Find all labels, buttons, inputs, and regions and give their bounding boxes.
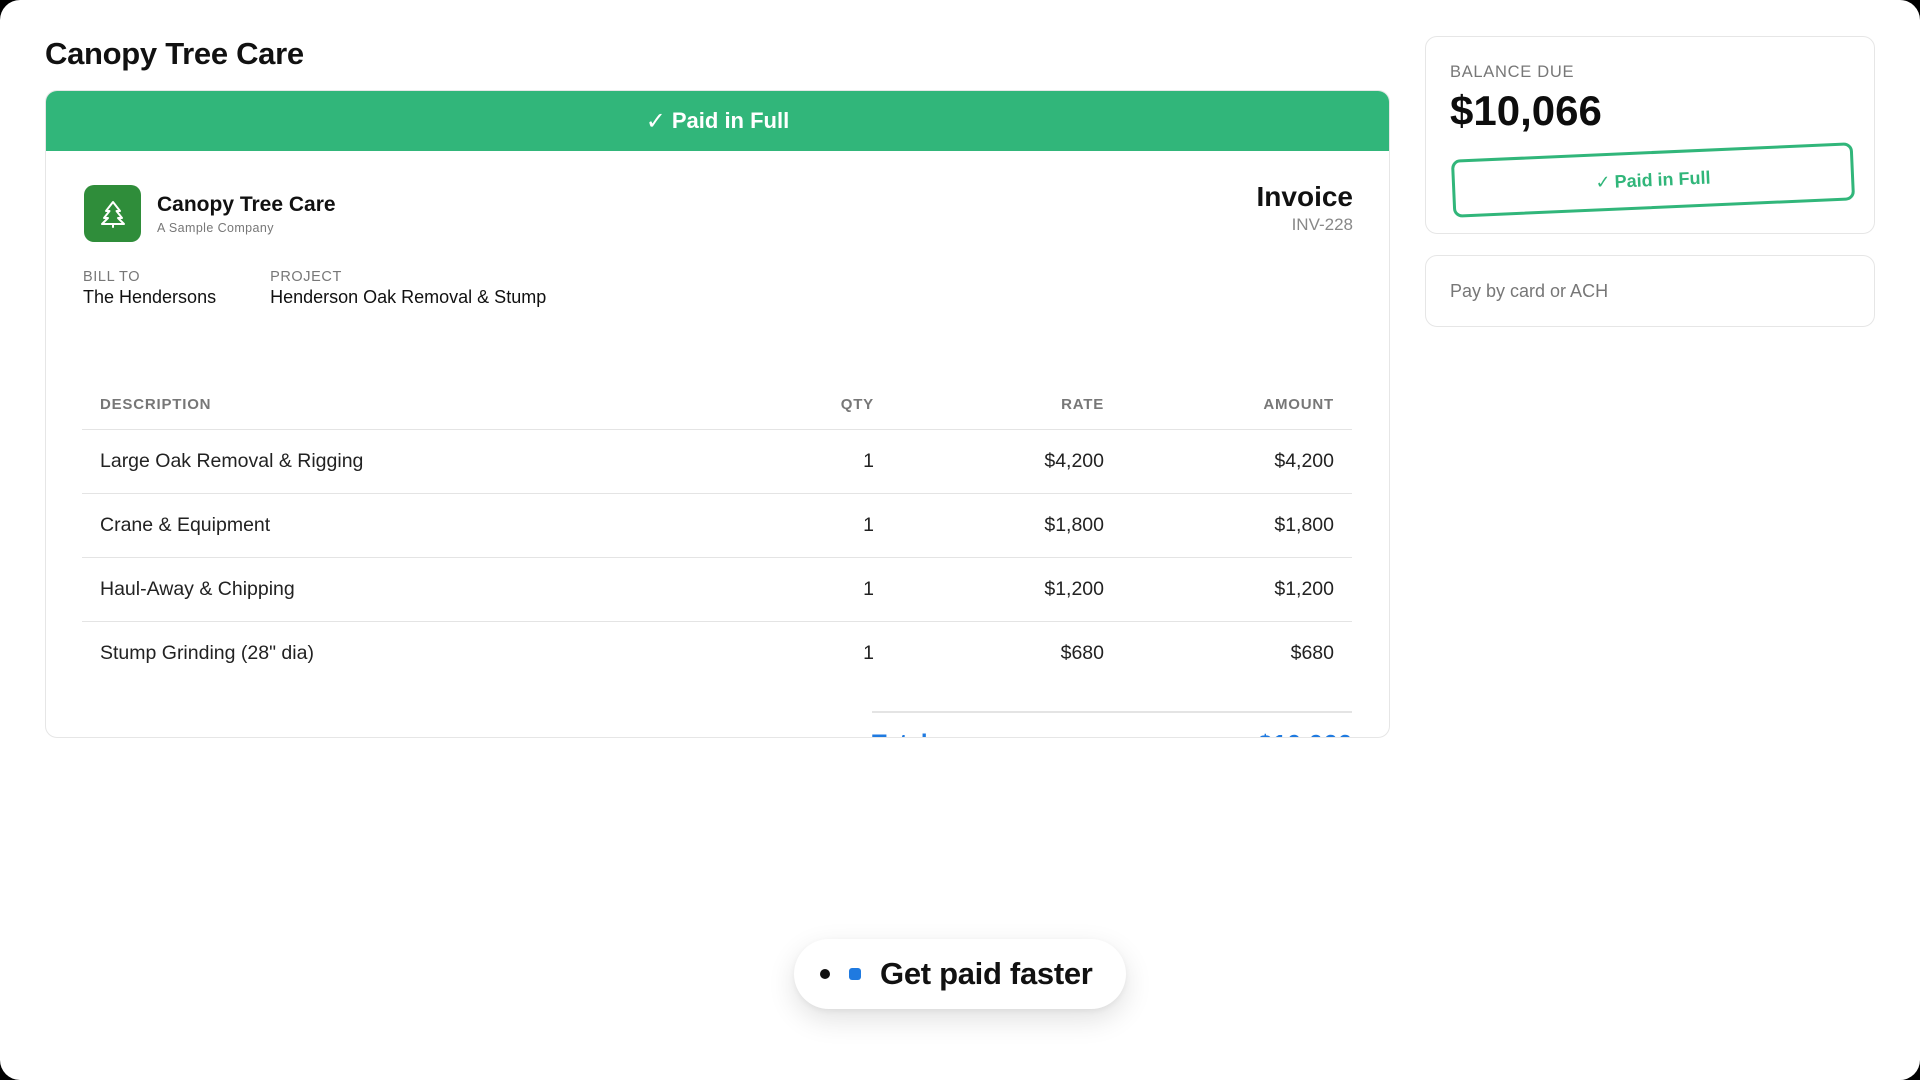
paid-banner-label: Paid in Full [671,108,790,133]
check-icon: ✓ [1595,171,1611,193]
table-row: Crane & Equipment 1 $1,800 $1,800 [82,493,1352,558]
item-description: Stump Grinding (28" dia) [100,642,314,664]
balance-due-label: BALANCE DUE [1450,63,1575,81]
invoice-heading: Invoice INV-228 [1257,181,1353,235]
check-icon: ✓ [645,107,666,135]
item-rate: $680 [1060,642,1104,664]
table-row: Large Oak Removal & Rigging 1 $4,200 $4,… [82,429,1352,494]
square-icon [849,968,861,980]
pay-by-card-label: Pay by card or ACH [1450,281,1609,301]
invoice-meta: BILL TO The Hendersons PROJECT Henderson… [83,269,546,308]
balance-due-card: BALANCE DUE $10,066 ✓ Paid in Full [1425,36,1875,234]
item-amount: $1,800 [1122,493,1352,558]
cta-pill-label: Get paid faster [880,956,1093,991]
paid-stamp: ✓ Paid in Full [1450,142,1856,218]
item-rate: $1,800 [892,493,1122,558]
paid-stamp-label: Paid in Full [1614,166,1711,192]
col-amount: AMOUNT [1122,379,1352,430]
brand-name: Canopy Tree Care [157,192,336,216]
item-description: Large Oak Removal & Rigging [82,429,782,494]
col-rate: RATE [892,379,1122,430]
table-row: Stump Grinding (28" dia) 1 $680 $680 [82,622,1352,686]
item-description: Haul-Away & Chipping [82,557,782,622]
total-amount: $10,066 [1258,729,1352,738]
project-value: Henderson Oak Removal & Stump [270,287,547,307]
table-header-row: DESCRIPTION QTY RATE AMOUNT [82,379,1352,430]
item-rate: $4,200 [892,429,1122,494]
item-rate: $1,200 [892,557,1122,622]
brand-text: Canopy Tree Care A Sample Company [157,193,336,235]
balance-due-amount: $10,066 [1450,87,1602,134]
line-items-table: DESCRIPTION QTY RATE AMOUNT Large Oak Re… [82,379,1352,685]
project: PROJECT Henderson Oak Removal & Stump [270,269,546,308]
item-qty: 1 [782,429,892,494]
paid-banner: ✓ Paid in Full [46,91,1389,151]
total-label: Total [872,730,928,737]
item-amount: $680 [1290,642,1334,664]
col-qty: QTY [782,379,892,430]
bill-to-value: The Hendersons [83,287,217,307]
invoice-card: ✓ Paid in Full Canopy Tree Care A Sample… [45,90,1390,738]
total-row: Total $10,066 [872,711,1352,738]
cta-pill: Get paid faster [794,939,1126,1009]
brand: Canopy Tree Care A Sample Company [84,185,336,242]
invoice-number: INV-228 [1291,215,1353,234]
page: Canopy Tree Care ✓ Paid in Full Canopy T… [0,0,1920,1080]
item-amount: $4,200 [1122,429,1352,494]
col-description: DESCRIPTION [82,379,782,430]
table-row: Haul-Away & Chipping 1 $1,200 $1,200 [82,557,1352,622]
item-amount: $1,200 [1122,557,1352,622]
project-label: PROJECT [270,269,342,285]
tree-icon [84,185,141,242]
dot-icon [820,969,830,979]
page-title: Canopy Tree Care [45,36,304,71]
bill-to-label: BILL TO [83,269,141,285]
bill-to: BILL TO The Hendersons [83,269,216,308]
invoice-title: Invoice [1256,181,1353,212]
item-qty: 1 [782,493,892,558]
item-qty: 1 [782,557,892,622]
item-description: Crane & Equipment [82,493,782,558]
item-qty: 1 [863,642,874,664]
brand-tagline: A Sample Company [157,220,274,235]
pay-by-card-button[interactable]: Pay by card or ACH [1425,255,1875,327]
